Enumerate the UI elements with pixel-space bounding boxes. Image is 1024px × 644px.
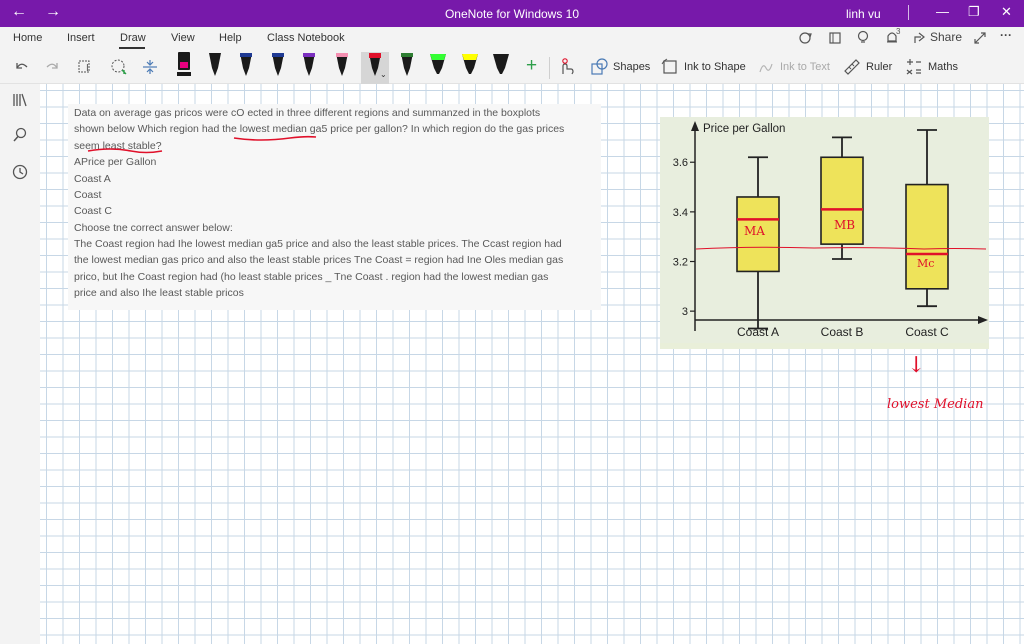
question-line-5: Coast A: [74, 173, 111, 185]
undo-icon[interactable]: [13, 59, 29, 75]
tab-view[interactable]: View: [171, 32, 195, 44]
y-tick-label-2: 3.4: [673, 207, 688, 219]
title-bar: ← → OneNote for Windows 10 linh vu — ❐ ✕: [0, 0, 1024, 27]
maximize-icon[interactable]: ❐: [968, 4, 980, 20]
active-tab-indicator: [119, 47, 145, 49]
tab-class-notebook[interactable]: Class Notebook: [267, 32, 345, 44]
question-line-8: Choose tne correct answer below:: [74, 222, 233, 234]
pen-black-3-icon[interactable]: [491, 50, 511, 80]
user-name[interactable]: linh vu: [846, 7, 881, 21]
ink-underline-lowest-median[interactable]: [230, 132, 320, 142]
annotation-median-a[interactable]: MA: [744, 224, 765, 238]
question-line-10: the lowest median gas prico and also the…: [74, 254, 564, 266]
expand-icon[interactable]: [973, 31, 987, 45]
lightbulb-icon[interactable]: [857, 30, 869, 46]
ink-to-shape-icon[interactable]: [661, 58, 679, 76]
pen-black-2-icon[interactable]: [236, 50, 256, 80]
toolbar-divider: [549, 57, 550, 79]
question-line-1: Data on average gas pricos were cO ected…: [74, 107, 541, 119]
pen-black-1-icon[interactable]: [205, 50, 225, 80]
add-pen-icon[interactable]: +: [526, 55, 537, 77]
highlighter-yellow-icon[interactable]: [460, 50, 480, 80]
redo-icon[interactable]: [45, 59, 61, 75]
annotation-median-c[interactable]: Mc: [917, 257, 934, 270]
close-icon[interactable]: ✕: [1001, 4, 1012, 20]
highlighter-green-icon[interactable]: [428, 50, 448, 80]
tab-draw[interactable]: Draw: [120, 32, 146, 44]
minimize-icon[interactable]: —: [936, 4, 949, 19]
question-line-9: The Coast region had Ihe lowest median g…: [74, 238, 562, 250]
lasso-select-icon[interactable]: [110, 58, 128, 76]
notification-count: 3: [896, 27, 901, 36]
y-tick-label-3: 3.6: [673, 157, 688, 169]
ink-line-median-c[interactable]: [694, 243, 990, 253]
boxplot-svg: Price per Gallon 3 3.2 3.4 3.6 Coast A Coast …: [660, 117, 989, 343]
shapes-button[interactable]: Shapes: [613, 61, 650, 73]
pen-purple-icon[interactable]: [299, 50, 319, 80]
share-button[interactable]: Share: [930, 30, 962, 44]
title-separator: [908, 5, 909, 20]
maths-button[interactable]: Maths: [928, 61, 958, 73]
question-line-4: APrice per Gallon: [74, 156, 157, 168]
pen-green-icon[interactable]: [397, 50, 417, 80]
question-line-11: prico, but Ihe Coast region had (ho leas…: [74, 271, 549, 283]
notebooks-icon[interactable]: [12, 92, 28, 108]
recent-notes-icon[interactable]: [12, 164, 28, 180]
question-line-12: price and also Ihe least stable pricos: [74, 287, 244, 299]
boxplot-chart: Price per Gallon 3 3.2 3.4 3.6 Coast A Coast …: [660, 117, 989, 349]
ruler-button[interactable]: Ruler: [866, 61, 892, 73]
chevron-down-icon[interactable]: ⌄: [380, 70, 387, 79]
x-tick-label-coast-c: Coast C: [905, 325, 949, 339]
y-tick-label-1: 3.2: [673, 257, 688, 269]
more-options-icon[interactable]: ···: [1000, 28, 1012, 42]
tab-insert[interactable]: Insert: [67, 32, 95, 44]
ink-to-text-button: Ink to Text: [780, 61, 830, 73]
annotation-lowest-median[interactable]: lowest Median: [887, 397, 983, 412]
shapes-icon[interactable]: [591, 58, 609, 76]
left-navigation: [0, 84, 40, 644]
share-icon[interactable]: [913, 31, 927, 45]
insert-space-icon[interactable]: [141, 58, 159, 76]
ruler-icon[interactable]: [843, 58, 861, 76]
pen-pink-icon[interactable]: [174, 50, 194, 80]
sync-icon[interactable]: [798, 31, 814, 45]
ink-to-text-icon: [759, 63, 773, 73]
ink-underline-least-stable[interactable]: [86, 145, 166, 155]
svg-text:I: I: [86, 63, 89, 74]
tab-home[interactable]: Home: [13, 32, 42, 44]
question-line-6: Coast: [74, 189, 102, 201]
ink-to-shape-button[interactable]: Ink to Shape: [684, 61, 746, 73]
x-tick-label-coast-a: Coast A: [737, 325, 779, 339]
lasso-text-select-icon[interactable]: I: [78, 58, 96, 76]
notebook-icon[interactable]: [828, 31, 842, 45]
tab-help[interactable]: Help: [219, 32, 242, 44]
pen-navy-icon[interactable]: [268, 50, 288, 80]
annotation-arrow[interactable]: ↓: [907, 353, 925, 378]
pen-pink-light-icon[interactable]: [332, 50, 352, 80]
question-line-7: Coast C: [74, 205, 112, 217]
ribbon-tabs: Home Insert Draw View Help Class Noteboo…: [0, 27, 1024, 52]
search-icon[interactable]: [12, 127, 28, 143]
annotation-median-b[interactable]: MB: [834, 218, 855, 232]
maths-icon[interactable]: [905, 58, 923, 76]
y-tick-label-0: 3: [682, 306, 688, 318]
y-axis-label: Price per Gallon: [703, 123, 785, 135]
box-coast-c: [905, 183, 949, 290]
x-tick-label-coast-b: Coast B: [821, 325, 864, 339]
touch-draw-icon[interactable]: [558, 58, 574, 76]
